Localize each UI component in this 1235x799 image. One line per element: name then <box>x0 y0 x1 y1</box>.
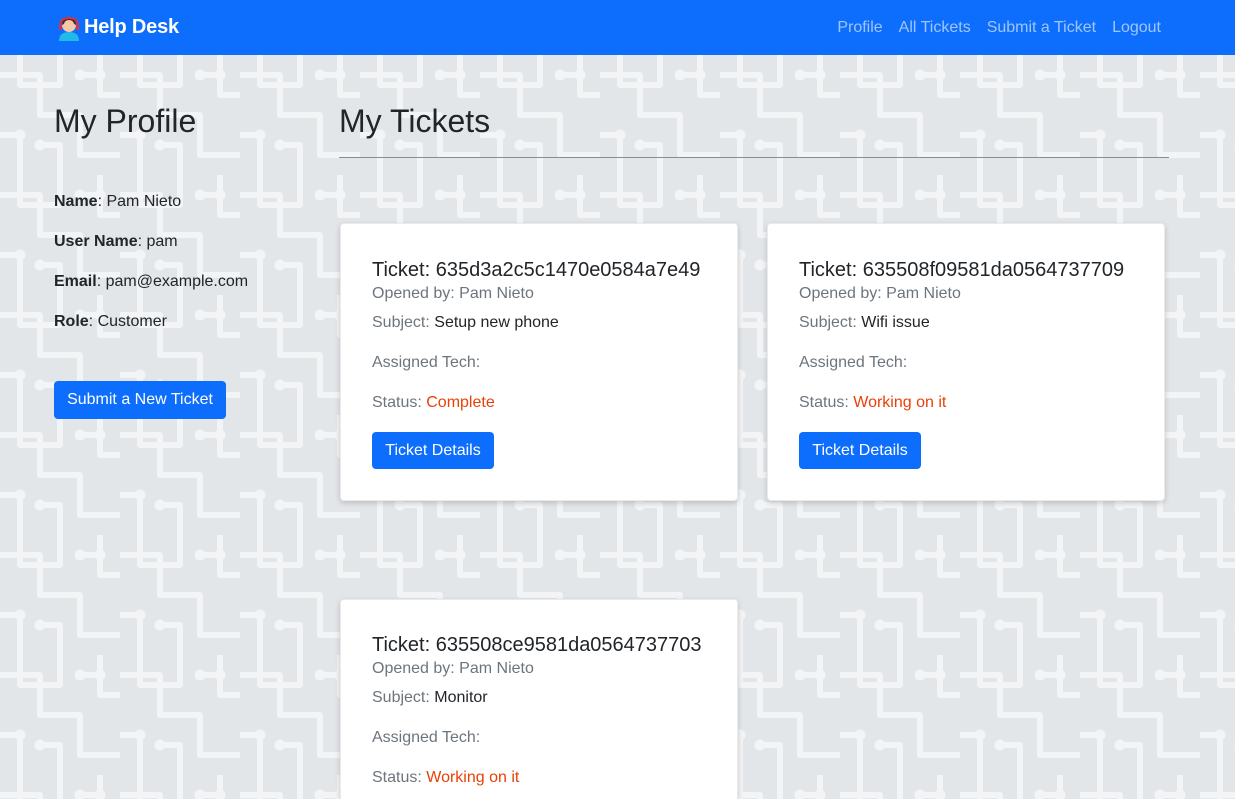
navbar: Help Desk Profile All Tickets Submit a T… <box>0 0 1235 55</box>
ticket-title: Ticket: 635d3a2c5c1470e0584a7e49 <box>372 259 701 281</box>
profile-name-label: Name <box>54 193 98 210</box>
nav-all-tickets-link[interactable]: All Tickets <box>899 18 971 37</box>
profile-email: Email: pam@example.com <box>54 272 248 292</box>
ticket-status-value: Working on it <box>853 394 947 411</box>
ticket-opened-by: Opened by: Pam Nieto <box>372 285 534 302</box>
ticket-card: Ticket: 635d3a2c5c1470e0584a7e49 Opened … <box>340 223 738 501</box>
profile-name: Name: Pam Nieto <box>54 192 181 212</box>
tickets-divider <box>339 157 1169 158</box>
profile-email-label: Email <box>54 273 97 290</box>
help-desk-agent-icon <box>59 16 79 41</box>
nav-profile-link[interactable]: Profile <box>837 18 882 37</box>
profile-username-value: : pam <box>137 233 178 250</box>
ticket-assigned-tech: Assigned Tech: <box>799 354 908 371</box>
nav-submit-ticket-link[interactable]: Submit a Ticket <box>987 18 1096 37</box>
ticket-subject-value: Wifi issue <box>861 314 930 331</box>
ticket-status: Status: Complete <box>372 394 495 412</box>
profile-title: My Profile <box>54 103 197 139</box>
submit-new-ticket-button[interactable]: Submit a New Ticket <box>54 381 226 419</box>
profile-role-value: : Customer <box>88 313 167 330</box>
profile-email-value: : pam@example.com <box>96 273 249 290</box>
ticket-card: Ticket: 635508ce9581da0564737703 Opened … <box>340 599 738 799</box>
brand-title: Help Desk <box>84 16 179 38</box>
nav-logout-link[interactable]: Logout <box>1112 18 1161 37</box>
ticket-assigned-tech: Assigned Tech: <box>372 354 481 371</box>
ticket-subject-label: Subject: <box>372 689 435 706</box>
ticket-details-button[interactable]: Ticket Details <box>372 432 494 469</box>
ticket-opened-by: Opened by: Pam Nieto <box>799 285 961 302</box>
profile-username: User Name: pam <box>54 232 178 252</box>
ticket-status: Status: Working on it <box>372 769 519 787</box>
ticket-subject-value: Setup new phone <box>434 314 559 331</box>
ticket-subject-label: Subject: <box>372 314 435 331</box>
ticket-subject: Subject: Setup new phone <box>372 314 559 332</box>
nav-links: Profile All Tickets Submit a Ticket Logo… <box>837 18 1161 37</box>
ticket-status-label: Status: <box>372 769 427 786</box>
ticket-status-label: Status: <box>372 394 427 411</box>
profile-username-label: User Name <box>54 233 138 250</box>
profile-role: Role: Customer <box>54 312 167 332</box>
ticket-title: Ticket: 635508f09581da0564737709 <box>799 259 1125 281</box>
ticket-title: Ticket: 635508ce9581da0564737703 <box>372 634 702 656</box>
ticket-subject-label: Subject: <box>799 314 862 331</box>
ticket-details-button[interactable]: Ticket Details <box>799 432 921 469</box>
ticket-status-value: Complete <box>426 394 495 411</box>
profile-name-value: : Pam Nieto <box>97 193 182 210</box>
ticket-subject: Subject: Wifi issue <box>799 314 930 332</box>
ticket-card: Ticket: 635508f09581da0564737709 Opened … <box>767 223 1165 501</box>
ticket-assigned-tech: Assigned Tech: <box>372 729 481 746</box>
ticket-subject-value: Monitor <box>434 689 488 706</box>
tickets-title: My Tickets <box>339 103 491 139</box>
profile-role-label: Role <box>54 313 89 330</box>
brand-link[interactable]: Help Desk <box>56 14 179 41</box>
ticket-status: Status: Working on it <box>799 394 946 412</box>
ticket-opened-by: Opened by: Pam Nieto <box>372 660 534 677</box>
ticket-subject: Subject: Monitor <box>372 689 488 707</box>
ticket-status-label: Status: <box>799 394 854 411</box>
ticket-status-value: Working on it <box>426 769 520 786</box>
